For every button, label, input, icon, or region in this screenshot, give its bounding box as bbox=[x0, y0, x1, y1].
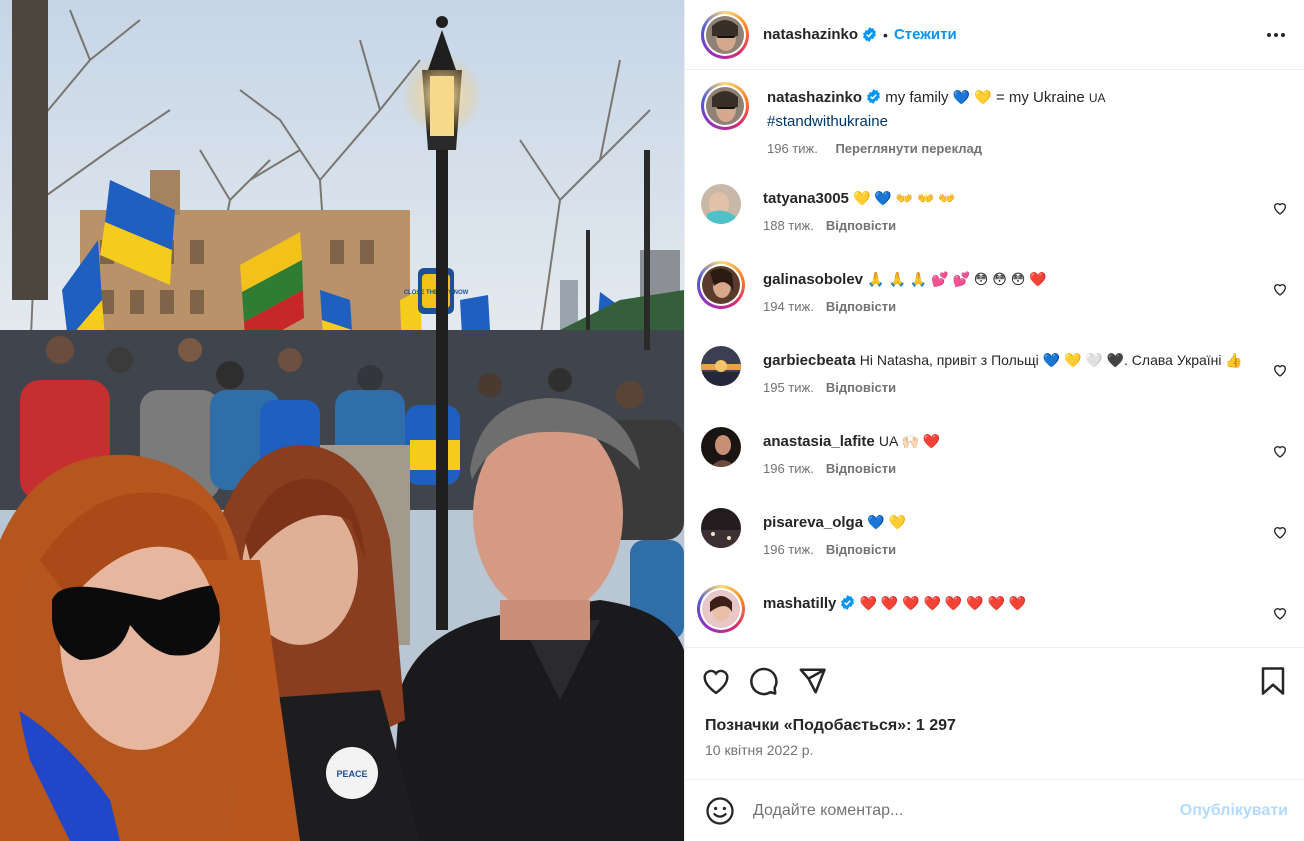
comment-item: galinasobolev 🙏 🙏 🙏 💕 💕 😳 😳 😳 ❤️ 194 тиж… bbox=[697, 261, 1288, 314]
comments-list[interactable]: natashazinko my family 💙 💛 = my Ukraine … bbox=[685, 70, 1304, 647]
ukraine-flag-icon: UA bbox=[1088, 91, 1106, 105]
comment-input[interactable] bbox=[753, 801, 1180, 820]
peace-badge-text: PEACE bbox=[336, 769, 367, 779]
like-comment-heart-icon[interactable] bbox=[1272, 281, 1288, 297]
heart-icon bbox=[703, 669, 729, 694]
hashtag-link[interactable]: #standwithukraine bbox=[767, 113, 888, 130]
commenter-avatar[interactable] bbox=[701, 427, 741, 467]
comment-text: 🙏 🙏 🙏 💕 💕 😳 😳 😳 ❤️ bbox=[867, 271, 1047, 287]
comment-time: 196 тиж. bbox=[763, 461, 814, 476]
commenter-avatar[interactable] bbox=[697, 261, 745, 309]
comment-item: pisareva_olga 💙 💛 196 тиж. Відповісти bbox=[701, 508, 1288, 557]
reply-button[interactable]: Відповісти bbox=[826, 461, 896, 476]
photo-scene: CLOSE THE SKY NOW bbox=[0, 0, 684, 841]
comment-item: anastasia_lafite UA 🙌🏻 ❤️ 196 тиж. Відпов… bbox=[701, 427, 1288, 476]
commenter-username[interactable]: galinasobolev bbox=[763, 271, 863, 288]
commenter-username[interactable]: garbiecbeata bbox=[763, 352, 856, 369]
post-caption: natashazinko my family 💙 💛 = my Ukraine … bbox=[701, 82, 1288, 156]
comment-time: 196 тиж. bbox=[763, 542, 814, 557]
add-comment-bar: Опублікувати bbox=[685, 779, 1304, 841]
post-header: natashazinko • Стежити bbox=[685, 0, 1304, 70]
verified-icon bbox=[863, 27, 876, 42]
commenter-username[interactable]: pisareva_olga bbox=[763, 514, 863, 531]
publish-button[interactable]: Опублікувати bbox=[1180, 802, 1288, 820]
share-button[interactable] bbox=[795, 664, 829, 698]
commenter-avatar[interactable] bbox=[701, 508, 741, 548]
comment-text: Hi Natasha, привіт з Польщі 💙 💛 🤍 🖤. Сла… bbox=[859, 352, 1243, 368]
comment-time: 194 тиж. bbox=[763, 299, 814, 314]
caption-avatar-image bbox=[706, 87, 744, 125]
yellow-heart-icon: 💛 bbox=[974, 89, 992, 105]
reply-button[interactable]: Відповісти bbox=[826, 380, 896, 395]
comment-text: 💛 💙 👐 👐 👐 bbox=[853, 190, 956, 206]
like-comment-heart-icon[interactable] bbox=[1272, 443, 1288, 459]
comment-bubble-icon bbox=[750, 667, 778, 695]
paper-plane-icon bbox=[799, 668, 826, 693]
comment-text: UA 🙌🏻 ❤️ bbox=[878, 433, 941, 449]
like-comment-heart-icon[interactable] bbox=[1272, 524, 1288, 540]
commenter-avatar[interactable] bbox=[697, 585, 745, 633]
caption-text: my family bbox=[885, 89, 949, 106]
like-comment-heart-icon[interactable] bbox=[1272, 200, 1288, 216]
verified-icon bbox=[867, 89, 880, 104]
post-photo[interactable]: CLOSE THE SKY NOW bbox=[0, 0, 684, 841]
author-avatar-image bbox=[706, 15, 744, 54]
comment-text: 💙 💛 bbox=[867, 514, 906, 530]
follow-button[interactable]: Стежити bbox=[894, 26, 957, 43]
comment-item: tatyana3005 💛 💙 👐 👐 👐 188 тиж. Відповісти bbox=[701, 184, 1288, 233]
commenter-avatar[interactable] bbox=[701, 184, 741, 224]
commenter-username[interactable]: anastasia_lafite bbox=[763, 433, 875, 450]
like-comment-heart-icon[interactable] bbox=[1272, 605, 1288, 621]
caption-time: 196 тиж. bbox=[767, 141, 818, 156]
emoji-icon[interactable] bbox=[705, 796, 735, 826]
instagram-post-window: CLOSE THE SKY NOW bbox=[0, 0, 1304, 841]
post-details-panel: natashazinko • Стежити natashazinko my f… bbox=[684, 0, 1304, 841]
caption-avatar[interactable] bbox=[701, 82, 749, 130]
see-translation-button[interactable]: Переглянути переклад bbox=[835, 141, 982, 156]
verified-icon bbox=[841, 595, 855, 610]
more-options-button[interactable] bbox=[1264, 23, 1288, 47]
commenter-username[interactable]: tatyana3005 bbox=[763, 190, 849, 207]
reply-button[interactable]: Відповісти bbox=[826, 299, 896, 314]
save-button[interactable] bbox=[1256, 664, 1290, 698]
comment-time: 188 тиж. bbox=[763, 218, 814, 233]
caption-text-2: = my Ukraine bbox=[995, 89, 1085, 106]
likes-count[interactable]: Позначки «Подобається»: 1 297 bbox=[685, 713, 1304, 739]
author-avatar[interactable] bbox=[701, 10, 749, 59]
reply-button[interactable]: Відповісти bbox=[826, 218, 896, 233]
caption-username[interactable]: natashazinko bbox=[767, 89, 862, 106]
like-comment-heart-icon[interactable] bbox=[1272, 362, 1288, 378]
post-date[interactable]: 10 квітня 2022 р. bbox=[685, 739, 1304, 779]
comment-text: ❤️ ❤️ ❤️ ❤️ ❤️ ❤️ ❤️ ❤️ bbox=[859, 595, 1027, 611]
author-username[interactable]: natashazinko bbox=[763, 26, 858, 43]
comment-item: garbiecbeata Hi Natasha, привіт з Польщі… bbox=[701, 346, 1288, 395]
post-actions-bar bbox=[685, 647, 1304, 713]
commenter-username[interactable]: mashatilly bbox=[763, 595, 836, 612]
like-button[interactable] bbox=[699, 664, 733, 698]
comment-item: mashatilly ❤️ ❤️ ❤️ ❤️ ❤️ ❤️ ❤️ ❤️ bbox=[697, 585, 1288, 633]
separator-dot: • bbox=[883, 26, 888, 43]
comment-time: 195 тиж. bbox=[763, 380, 814, 395]
commenter-avatar[interactable] bbox=[701, 346, 741, 386]
reply-button[interactable]: Відповісти bbox=[826, 542, 896, 557]
bookmark-icon bbox=[1261, 666, 1285, 695]
blue-heart-icon: 💙 bbox=[952, 89, 971, 105]
more-options-icon bbox=[1267, 32, 1285, 37]
comment-button[interactable] bbox=[747, 664, 781, 698]
